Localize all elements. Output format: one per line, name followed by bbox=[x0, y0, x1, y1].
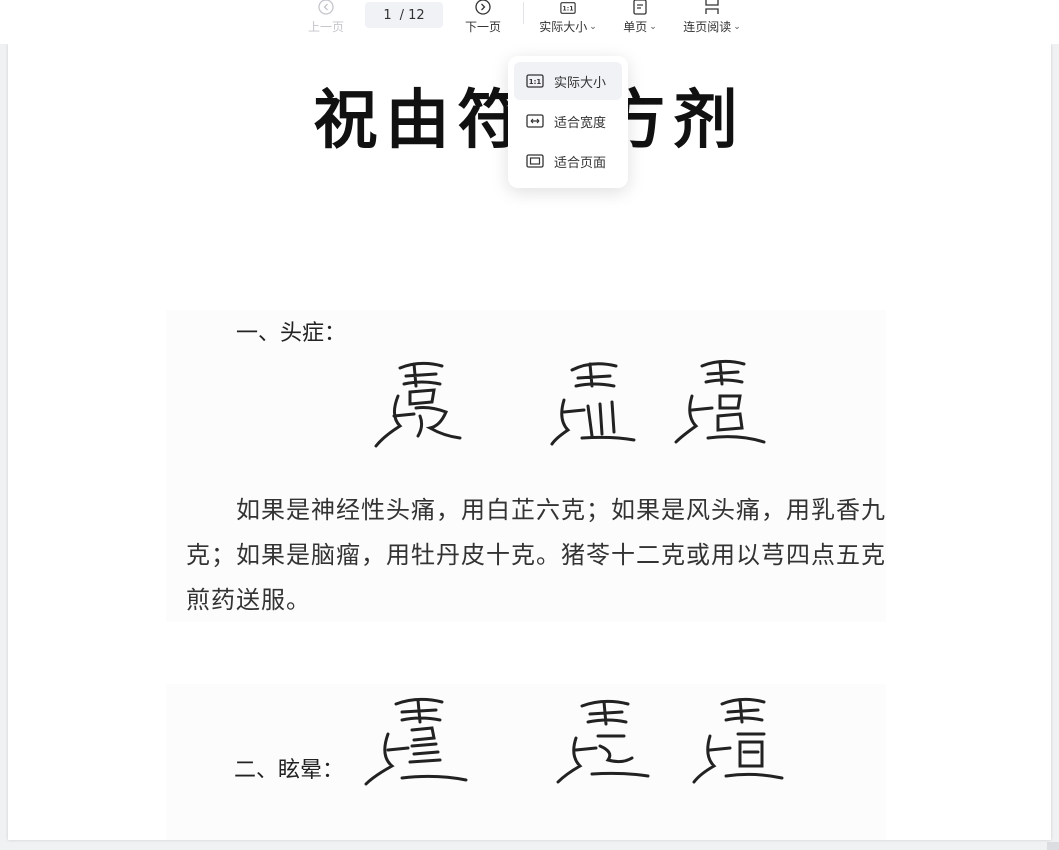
zoom-menu-item-actual-size[interactable]: 1:1 实际大小 bbox=[514, 62, 622, 100]
next-page-button[interactable]: 下一页 bbox=[463, 0, 503, 44]
zoom-menu: 1:1 实际大小 适合宽度 适合页面 bbox=[508, 56, 628, 188]
zoom-menu-item-label: 适合宽度 bbox=[554, 115, 607, 131]
zoom-menu-item-fit-page[interactable]: 适合页面 bbox=[514, 142, 622, 180]
talisman-glyph bbox=[364, 697, 468, 786]
zoom-menu-item-label: 实际大小 bbox=[554, 75, 607, 91]
page-number-field[interactable]: 1 / 12 bbox=[365, 2, 443, 28]
chevron-down-icon: ⌄ bbox=[589, 21, 597, 32]
chevron-left-circle-icon bbox=[318, 0, 334, 15]
actual-size-icon: 1:1 bbox=[560, 0, 576, 15]
chevron-down-icon: ⌄ bbox=[733, 21, 741, 32]
zoom-menu-item-fit-width[interactable]: 适合宽度 bbox=[514, 102, 622, 140]
continuous-read-button[interactable]: 连页阅读 ⌄ bbox=[680, 0, 744, 44]
single-page-icon bbox=[632, 0, 648, 15]
talisman-glyph bbox=[556, 699, 650, 784]
zoom-label: 实际大小 bbox=[539, 20, 588, 34]
prev-page-label: 上一页 bbox=[307, 20, 344, 34]
chevron-down-icon: ⌄ bbox=[649, 21, 657, 32]
section-heading-headache: 一、头症： bbox=[236, 321, 347, 346]
toolbar: 上一页 1 / 12 下一页 1:1 实际大小 ⌄ 单页 ⌄ 连页阅读 ⌄ bbox=[0, 0, 1059, 44]
zoom-dropdown-button[interactable]: 1:1 实际大小 ⌄ bbox=[536, 0, 600, 44]
section-body-text: 如果是神经性头痛，用白芷六克；如果是风头痛，用乳香九克；如果是脑瘤，用牡丹皮十克… bbox=[186, 496, 886, 614]
view-mode-button[interactable]: 单页 ⌄ bbox=[620, 0, 660, 44]
chevron-right-circle-icon bbox=[475, 0, 491, 15]
current-page-input[interactable]: 1 bbox=[383, 8, 391, 23]
continuous-read-label: 连页阅读 bbox=[683, 20, 732, 34]
toolbar-divider bbox=[523, 2, 524, 24]
svg-text:1:1: 1:1 bbox=[529, 78, 542, 86]
prev-page-button[interactable]: 上一页 bbox=[306, 0, 346, 44]
svg-text:1:1: 1:1 bbox=[562, 5, 573, 12]
total-pages: / 12 bbox=[399, 7, 425, 23]
view-mode-label: 单页 bbox=[623, 20, 648, 34]
talisman-glyph bbox=[374, 361, 462, 448]
talisman-glyph bbox=[550, 362, 636, 446]
talisman-glyph bbox=[692, 697, 784, 784]
talisman-glyph bbox=[674, 359, 766, 444]
actual-size-icon: 1:1 bbox=[526, 73, 544, 89]
zoom-menu-item-label: 适合页面 bbox=[554, 155, 607, 171]
continuous-read-icon bbox=[704, 0, 720, 15]
section-heading-dizziness: 二、眩晕： bbox=[234, 758, 345, 783]
next-page-label: 下一页 bbox=[464, 20, 501, 34]
fit-page-icon bbox=[526, 153, 544, 169]
fit-width-icon bbox=[526, 113, 544, 129]
resize-corner bbox=[1047, 842, 1059, 850]
